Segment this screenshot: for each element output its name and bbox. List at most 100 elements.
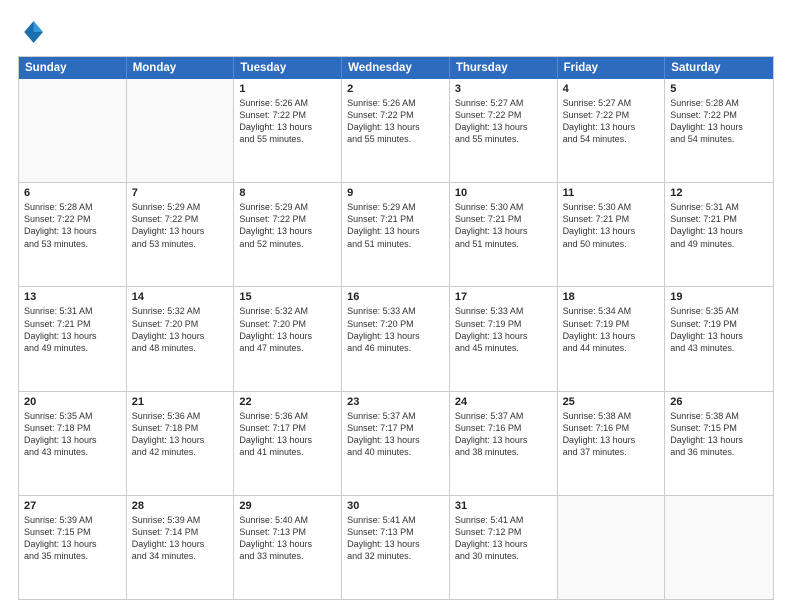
cell-line: Sunrise: 5:35 AM <box>24 410 121 422</box>
cell-line: and 48 minutes. <box>132 342 229 354</box>
calendar: SundayMondayTuesdayWednesdayThursdayFrid… <box>18 56 774 600</box>
cell-line: Sunset: 7:21 PM <box>455 213 552 225</box>
cell-line: Sunset: 7:19 PM <box>670 318 768 330</box>
cell-line: Sunrise: 5:36 AM <box>132 410 229 422</box>
cell-line: Sunrise: 5:39 AM <box>24 514 121 526</box>
cell-line: Daylight: 13 hours <box>563 121 660 133</box>
cell-line: Daylight: 13 hours <box>670 225 768 237</box>
cell-line: Sunrise: 5:31 AM <box>24 305 121 317</box>
calendar-cell <box>665 496 773 599</box>
cell-line: and 45 minutes. <box>455 342 552 354</box>
cell-line: Daylight: 13 hours <box>347 538 444 550</box>
calendar-header-cell: Thursday <box>450 57 558 79</box>
cell-line: and 36 minutes. <box>670 446 768 458</box>
day-number: 23 <box>347 396 444 408</box>
day-number: 22 <box>239 396 336 408</box>
cell-line: Daylight: 13 hours <box>347 225 444 237</box>
calendar-cell: 26Sunrise: 5:38 AMSunset: 7:15 PMDayligh… <box>665 392 773 495</box>
cell-line: Sunset: 7:22 PM <box>455 109 552 121</box>
cell-line: Daylight: 13 hours <box>670 330 768 342</box>
cell-line: Sunset: 7:15 PM <box>670 422 768 434</box>
cell-line: Sunrise: 5:41 AM <box>455 514 552 526</box>
cell-line: and 51 minutes. <box>347 238 444 250</box>
cell-line: Sunset: 7:18 PM <box>132 422 229 434</box>
calendar-cell: 3Sunrise: 5:27 AMSunset: 7:22 PMDaylight… <box>450 79 558 182</box>
cell-line: Sunrise: 5:28 AM <box>670 97 768 109</box>
cell-line: Sunrise: 5:35 AM <box>670 305 768 317</box>
cell-line: Sunrise: 5:29 AM <box>132 201 229 213</box>
cell-line: Sunset: 7:15 PM <box>24 526 121 538</box>
cell-line: Sunrise: 5:33 AM <box>455 305 552 317</box>
day-number: 28 <box>132 500 229 512</box>
cell-line: Daylight: 13 hours <box>563 330 660 342</box>
cell-line: Sunset: 7:18 PM <box>24 422 121 434</box>
calendar-header-cell: Saturday <box>665 57 773 79</box>
cell-line: and 49 minutes. <box>670 238 768 250</box>
cell-line: Sunrise: 5:40 AM <box>239 514 336 526</box>
calendar-cell: 19 Sunrise: 5:35 AMSunset: 7:19 PMDayligh… <box>665 287 773 390</box>
cell-line: and 54 minutes. <box>563 133 660 145</box>
cell-line: Sunrise: 5:33 AM <box>347 305 444 317</box>
cell-line: Sunset: 7:20 PM <box>239 318 336 330</box>
calendar-body: 1Sunrise: 5:26 AMSunset: 7:22 PMDaylight… <box>19 79 773 599</box>
cell-line: and 34 minutes. <box>132 550 229 562</box>
cell-line: Sunrise: 5:27 AM <box>455 97 552 109</box>
cell-line: Sunset: 7:22 PM <box>670 109 768 121</box>
calendar-cell: 1Sunrise: 5:26 AMSunset: 7:22 PMDaylight… <box>234 79 342 182</box>
cell-line: Sunrise: 5:32 AM <box>132 305 229 317</box>
calendar-cell: 22 Sunrise: 5:36 AMSunset: 7:17 PMDayligh… <box>234 392 342 495</box>
day-number: 24 <box>455 396 552 408</box>
cell-line: Sunrise: 5:38 AM <box>670 410 768 422</box>
cell-line: and 46 minutes. <box>347 342 444 354</box>
cell-line: and 30 minutes. <box>455 550 552 562</box>
cell-line: and 52 minutes. <box>239 238 336 250</box>
cell-line: Sunrise: 5:29 AM <box>239 201 336 213</box>
calendar-cell <box>558 496 666 599</box>
day-number: 19 <box>670 291 768 303</box>
calendar-row: 6Sunrise: 5:28 AMSunset: 7:22 PMDaylight… <box>19 182 773 286</box>
cell-line: Sunrise: 5:36 AM <box>239 410 336 422</box>
day-number: 4 <box>563 83 660 95</box>
cell-line: Daylight: 13 hours <box>455 225 552 237</box>
cell-line: Daylight: 13 hours <box>24 434 121 446</box>
calendar-header-cell: Friday <box>558 57 666 79</box>
day-number: 16 <box>347 291 444 303</box>
cell-line: and 33 minutes. <box>239 550 336 562</box>
cell-line: and 41 minutes. <box>239 446 336 458</box>
cell-line: and 53 minutes. <box>24 238 121 250</box>
cell-line: and 47 minutes. <box>239 342 336 354</box>
cell-line: Sunrise: 5:31 AM <box>670 201 768 213</box>
cell-line: Daylight: 13 hours <box>455 434 552 446</box>
calendar-header-cell: Wednesday <box>342 57 450 79</box>
day-number: 13 <box>24 291 121 303</box>
header <box>18 18 774 46</box>
cell-line: and 43 minutes. <box>24 446 121 458</box>
cell-line: Sunset: 7:12 PM <box>455 526 552 538</box>
cell-line: Sunset: 7:17 PM <box>239 422 336 434</box>
cell-line: Sunrise: 5:32 AM <box>239 305 336 317</box>
calendar-cell <box>19 79 127 182</box>
calendar-cell: 13Sunrise: 5:31 AMSunset: 7:21 PMDayligh… <box>19 287 127 390</box>
calendar-header-cell: Sunday <box>19 57 127 79</box>
cell-line: Daylight: 13 hours <box>563 434 660 446</box>
cell-line: Sunset: 7:20 PM <box>347 318 444 330</box>
cell-line: Daylight: 13 hours <box>455 330 552 342</box>
cell-line: Sunset: 7:19 PM <box>563 318 660 330</box>
calendar-cell: 6Sunrise: 5:28 AMSunset: 7:22 PMDaylight… <box>19 183 127 286</box>
day-number: 25 <box>563 396 660 408</box>
cell-line: Daylight: 13 hours <box>239 434 336 446</box>
cell-line: Daylight: 13 hours <box>670 434 768 446</box>
cell-line: and 32 minutes. <box>347 550 444 562</box>
cell-line: and 53 minutes. <box>132 238 229 250</box>
cell-line: Sunset: 7:14 PM <box>132 526 229 538</box>
day-number: 12 <box>670 187 768 199</box>
cell-line: and 50 minutes. <box>563 238 660 250</box>
day-number: 3 <box>455 83 552 95</box>
cell-line: Daylight: 13 hours <box>239 121 336 133</box>
day-number: 29 <box>239 500 336 512</box>
calendar-cell: 18Sunrise: 5:34 AMSunset: 7:19 PMDayligh… <box>558 287 666 390</box>
cell-line: Daylight: 13 hours <box>563 225 660 237</box>
calendar-row: 13Sunrise: 5:31 AMSunset: 7:21 PMDayligh… <box>19 286 773 390</box>
cell-line: Sunrise: 5:34 AM <box>563 305 660 317</box>
cell-line: Sunset: 7:22 PM <box>347 109 444 121</box>
